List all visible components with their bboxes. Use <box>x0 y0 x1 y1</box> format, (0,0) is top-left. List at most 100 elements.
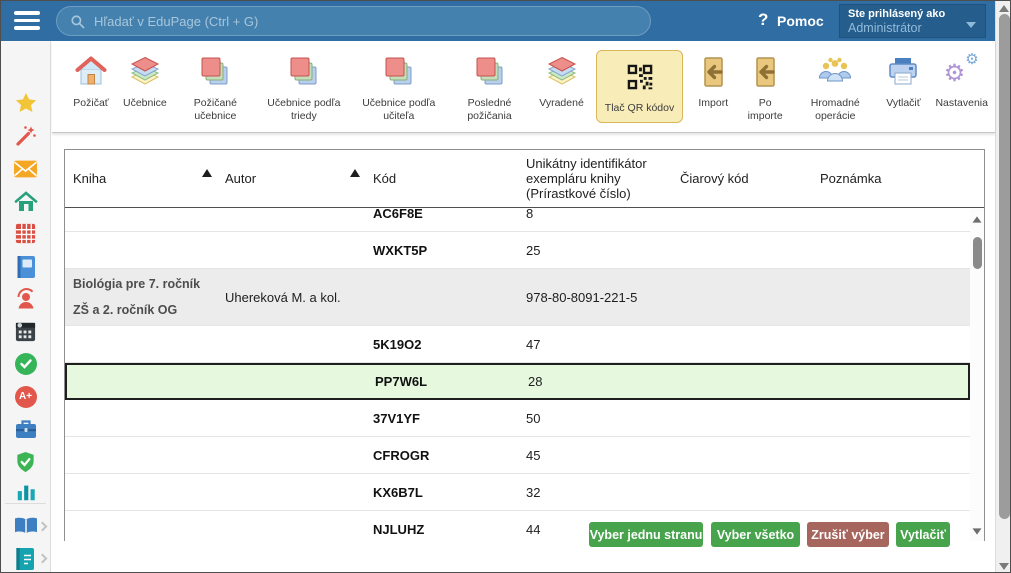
global-search[interactable] <box>56 6 651 36</box>
table-header: Kniha Autor Kód Unikátny identifikátor e… <box>65 150 984 208</box>
page-scrollbar[interactable] <box>995 1 1011 573</box>
scroll-up-icon[interactable] <box>999 5 1009 12</box>
person-icon <box>14 287 38 311</box>
search-input[interactable] <box>85 14 650 29</box>
column-header-poznamka[interactable]: Poznámka <box>812 150 970 207</box>
column-header-kniha[interactable]: Kniha <box>65 150 217 207</box>
print-button[interactable]: Vytlačiť <box>896 522 950 547</box>
toolbar-item-hromadne-operacie[interactable]: Hromadné operácie <box>792 50 878 124</box>
chevron-right-icon <box>38 522 48 532</box>
scroll-up-icon[interactable] <box>973 216 982 222</box>
cancel-selection-button[interactable]: Zrušiť výber <box>807 522 889 547</box>
toolbar-item-nastavenia[interactable]: ⚙⚙ Nastavenia <box>928 50 995 112</box>
mail-icon <box>13 158 38 180</box>
column-header-kod[interactable]: Kód <box>365 150 518 207</box>
sidebar-item-documents[interactable] <box>1 547 50 571</box>
column-header-autor[interactable]: Autor <box>217 150 365 207</box>
house-icon <box>73 52 109 92</box>
sidebar-item-statistics[interactable] <box>1 481 50 503</box>
toolbar-item-ucebnice-podla-ucitela[interactable]: Učebnice podľa učiteľa <box>351 50 447 124</box>
sidebar-item-grades[interactable]: A+ <box>1 386 50 408</box>
notebook-icon <box>15 255 37 279</box>
stacked-squares-icon <box>197 52 233 92</box>
left-sidebar: A+ <box>1 41 51 573</box>
home-icon <box>14 190 38 214</box>
signed-in-label: Ste prihlásený ako <box>848 8 977 20</box>
table-row-book-group[interactable]: Biológia pre 7. ročník ZŠ a 2. ročník OG… <box>65 269 970 326</box>
briefcase-icon <box>14 418 38 440</box>
magic-wand-icon <box>14 124 38 148</box>
sidebar-item-home[interactable] <box>1 190 50 214</box>
table-row[interactable]: CFROGR 45 <box>65 437 970 474</box>
table-row[interactable]: KX6B7L 32 <box>65 474 970 511</box>
column-header-identifikator[interactable]: Unikátny identifikátor exempláru knihy (… <box>518 150 672 207</box>
select-all-button[interactable]: Vyber všetko <box>711 522 800 547</box>
toolbar-item-tlac-qr-kodov[interactable]: Tlač QR kódov <box>596 50 683 123</box>
star-icon <box>14 91 38 115</box>
bar-chart-icon <box>15 481 37 503</box>
signed-in-role: Administrátor <box>848 21 977 35</box>
toolbar-item-pozicat[interactable]: Požičať <box>66 50 116 112</box>
gears-icon: ⚙⚙ <box>944 52 980 92</box>
sidebar-item-agenda[interactable] <box>1 418 50 440</box>
search-icon <box>70 14 85 29</box>
table-row-selected[interactable]: PP7W6L 28 <box>65 363 970 400</box>
page-scrollbar-thumb[interactable] <box>999 14 1010 519</box>
import-door-icon <box>747 52 783 92</box>
sidebar-item-messages[interactable] <box>1 158 50 180</box>
open-book-icon <box>13 515 39 537</box>
scroll-down-icon[interactable] <box>999 563 1009 570</box>
signed-in-user-dropdown[interactable]: Ste prihlásený ako Administrátor <box>839 4 986 38</box>
sort-asc-icon <box>350 169 360 177</box>
chevron-right-icon <box>38 554 48 564</box>
sidebar-item-calendar[interactable] <box>1 320 50 343</box>
stacked-squares-icon <box>472 52 508 92</box>
table-row[interactable]: 37V1YF 50 <box>65 400 970 437</box>
edupage-window: ? Pomoc Ste prihlásený ako Administrátor <box>0 0 1011 573</box>
sidebar-item-wizard[interactable] <box>1 124 50 148</box>
timetable-grid-icon <box>14 222 37 245</box>
table-row[interactable]: WXKT5P 25 <box>65 232 970 269</box>
book-stack-icon <box>127 52 163 92</box>
sort-asc-icon <box>202 169 212 177</box>
hamburger-menu-icon[interactable] <box>14 11 40 31</box>
toolbar-item-vytlacit[interactable]: Vytlačiť <box>878 50 928 112</box>
scroll-down-icon[interactable] <box>973 528 982 534</box>
toolbar-item-po-importe[interactable]: Po importe <box>738 50 792 124</box>
column-header-ciarovy-kod[interactable]: Čiarový kód <box>672 150 812 207</box>
books-table: Kniha Autor Kód Unikátny identifikátor e… <box>64 149 985 541</box>
toolbar-item-posledne-pozicania[interactable]: Posledné požičania <box>447 50 532 124</box>
sidebar-divider <box>5 503 46 504</box>
top-bar: ? Pomoc Ste prihlásený ako Administrátor <box>1 1 995 41</box>
help-button[interactable]: Pomoc <box>777 13 824 29</box>
people-group-icon <box>816 52 854 92</box>
stacked-squares-icon <box>381 52 417 92</box>
shield-check-icon <box>14 450 37 474</box>
select-one-page-button[interactable]: Vyber jednu stranu <box>589 522 703 547</box>
book-stack-icon <box>544 52 580 92</box>
toolbar-item-pozicane-ucebnice[interactable]: Požičané učebnice <box>174 50 257 124</box>
sidebar-item-favorites[interactable] <box>1 91 50 115</box>
calendar-icon <box>14 320 37 343</box>
sidebar-item-attendance[interactable] <box>1 353 50 375</box>
toolbar-item-import[interactable]: Import <box>688 50 738 112</box>
table-scrollbar[interactable] <box>970 209 984 541</box>
table-scrollbar-thumb[interactable] <box>973 237 982 269</box>
toolbar-item-vyradene[interactable]: Vyradené <box>532 50 591 112</box>
sidebar-item-library[interactable] <box>1 515 50 537</box>
library-toolbar: Požičať Učebnice Požičané učebnice Učebn… <box>52 41 995 133</box>
sidebar-item-timetable[interactable] <box>1 222 50 245</box>
table-body: AC6F8E 8 WXKT5P 25 Biológia pre 7. roční… <box>65 209 970 541</box>
toolbar-item-ucebnice[interactable]: Učebnice <box>116 50 174 112</box>
stacked-squares-icon <box>286 52 322 92</box>
sidebar-item-security[interactable] <box>1 450 50 474</box>
sidebar-item-profile[interactable] <box>1 287 50 311</box>
table-row[interactable]: 5K19O2 47 <box>65 326 970 363</box>
printer-icon <box>885 52 921 92</box>
table-row[interactable]: AC6F8E 8 <box>65 209 970 232</box>
help-question-icon[interactable]: ? <box>758 10 768 30</box>
toolbar-item-ucebnice-podla-triedy[interactable]: Učebnice podľa triedy <box>257 50 351 124</box>
sidebar-item-notebook[interactable] <box>1 255 50 279</box>
qr-code-icon <box>623 57 657 97</box>
check-badge-icon <box>15 353 37 375</box>
